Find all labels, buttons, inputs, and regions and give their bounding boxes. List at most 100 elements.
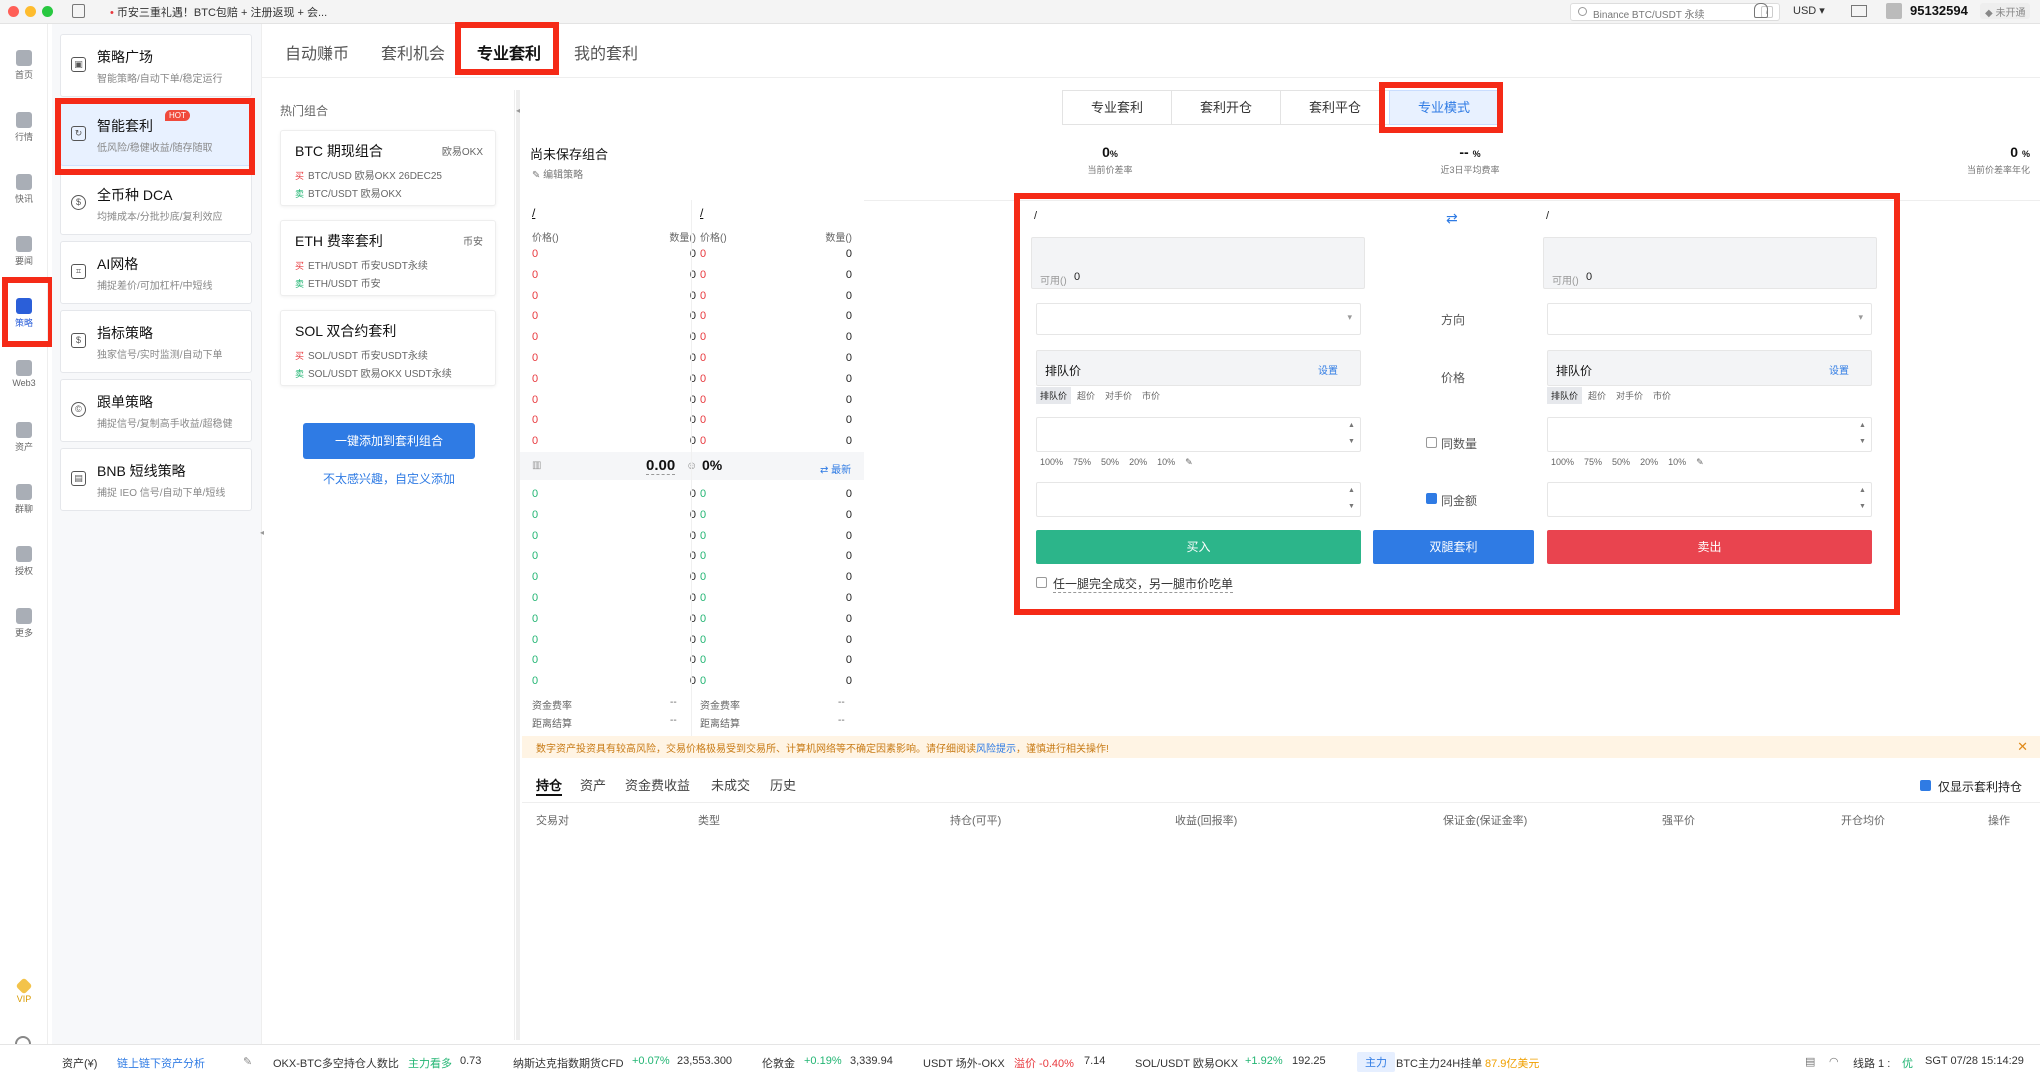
menu-card-copy-trade[interactable]: © 跟单策略 捕捉信号/复制高手收益/超稳健 bbox=[60, 379, 252, 442]
price-type-queue[interactable]: 排队价 bbox=[1547, 387, 1583, 404]
spin-up-icon[interactable]: ▲ bbox=[1859, 422, 1867, 429]
left-symbol-field[interactable]: 可用() 0 bbox=[1031, 237, 1365, 289]
pct-10[interactable]: 10% bbox=[1664, 455, 1690, 469]
mode-tab-open[interactable]: 套利开仓 bbox=[1171, 90, 1281, 125]
price-type-counter[interactable]: 对手价 bbox=[1612, 387, 1647, 404]
mode-tab-pro-arb[interactable]: 专业套利 bbox=[1062, 90, 1172, 125]
rail-auth[interactable]: 授权 bbox=[0, 546, 48, 577]
ticker-promo[interactable]: • 币安三重礼遇！BTC包赔 + 注册返现 + 会... bbox=[110, 4, 327, 20]
bell-icon[interactable] bbox=[1754, 3, 1768, 18]
collapse-arrow-icon[interactable]: ◂ bbox=[516, 106, 520, 115]
user-id[interactable]: 95132594 bbox=[1910, 3, 1968, 18]
book-latest-toggle[interactable]: ⇄ 最新 bbox=[820, 461, 851, 476]
mail-icon[interactable] bbox=[1851, 5, 1867, 17]
rail-vip[interactable]: VIP bbox=[0, 977, 48, 1004]
pct-100[interactable]: 100% bbox=[1036, 455, 1067, 469]
spin-down-icon[interactable]: ▼ bbox=[1348, 438, 1356, 445]
tab-arb-opportunity[interactable]: 套利机会 bbox=[381, 40, 445, 64]
maximize-window-icon[interactable] bbox=[42, 6, 53, 17]
edit-percent-icon[interactable]: ✎ bbox=[1692, 455, 1708, 470]
line-label[interactable]: 线路 1 : bbox=[1853, 1055, 1890, 1071]
same-qty-checkbox[interactable] bbox=[1426, 437, 1437, 448]
pct-20[interactable]: 20% bbox=[1636, 455, 1662, 469]
right-price-input[interactable]: 排队价 设置 bbox=[1547, 350, 1872, 386]
tab-funding-income[interactable]: 资金费收益 bbox=[625, 775, 690, 794]
menu-card-bnb[interactable]: ▤ BNB 短线策略 捕捉 IEO 信号/自动下单/短线 bbox=[60, 448, 252, 511]
book-left-title[interactable]: / bbox=[532, 206, 535, 220]
pct-75[interactable]: 75% bbox=[1069, 455, 1095, 469]
notepad-icon[interactable] bbox=[72, 4, 85, 18]
pct-50[interactable]: 50% bbox=[1097, 455, 1123, 469]
menu-card-smart-arb[interactable]: ↻ 智能套利 HOT 低风险/稳健收益/随存随取 bbox=[60, 103, 252, 166]
close-window-icon[interactable] bbox=[8, 6, 19, 17]
rail-assets[interactable]: 资产 bbox=[0, 422, 48, 453]
price-type-counter[interactable]: 对手价 bbox=[1101, 387, 1136, 404]
fill-market-checkbox[interactable] bbox=[1036, 577, 1047, 588]
spin-down-icon[interactable]: ▼ bbox=[1348, 503, 1356, 510]
currency-select[interactable]: USD ▾ bbox=[1793, 4, 1825, 17]
menu-card-ai-grid[interactable]: ⌗ AI网格 捕捉差价/可加杠杆/中短线 bbox=[60, 241, 252, 304]
spin-up-icon[interactable]: ▲ bbox=[1348, 422, 1356, 429]
rail-market[interactable]: 行情 bbox=[0, 112, 48, 143]
menu-card-dca[interactable]: $ 全币种 DCA 均摊成本/分批抄底/复利效应 bbox=[60, 172, 252, 235]
pct-10[interactable]: 10% bbox=[1153, 455, 1179, 469]
rail-home[interactable]: 首页 bbox=[0, 50, 48, 81]
tab-open-orders[interactable]: 未成交 bbox=[711, 775, 750, 794]
mode-tab-close[interactable]: 套利平仓 bbox=[1280, 90, 1390, 125]
mode-tab-pro-mode[interactable]: 专业模式 bbox=[1389, 90, 1499, 125]
right-direction-select[interactable]: ▾ bbox=[1547, 303, 1872, 335]
pct-20[interactable]: 20% bbox=[1125, 455, 1151, 469]
price-type-market[interactable]: 市价 bbox=[1138, 387, 1164, 404]
close-icon[interactable]: ✕ bbox=[2017, 739, 2028, 755]
search-input[interactable]: Binance BTC/USDT 永续 / bbox=[1570, 3, 1780, 21]
left-pair-label[interactable]: / bbox=[1034, 210, 1037, 222]
price-type-market[interactable]: 市价 bbox=[1649, 387, 1675, 404]
price-type-queue[interactable]: 排队价 bbox=[1036, 387, 1072, 404]
custom-add-link[interactable]: 不太感兴趣，自定义添加 bbox=[323, 470, 455, 487]
vip-status-badge[interactable]: ◆ 未开通 bbox=[1980, 3, 2031, 19]
minimize-window-icon[interactable] bbox=[25, 6, 36, 17]
left-price-settings[interactable]: 设置 bbox=[1318, 362, 1338, 377]
combo-card-btc[interactable]: BTC 期现组合 欧易OKX 买 BTC/USD 欧易OKX 26DEC25 卖B… bbox=[280, 130, 496, 206]
pencil-icon[interactable]: ✎ bbox=[243, 1055, 252, 1068]
same-amount-checkbox[interactable] bbox=[1426, 493, 1437, 504]
pct-50[interactable]: 50% bbox=[1608, 455, 1634, 469]
edit-percent-icon[interactable]: ✎ bbox=[1181, 455, 1197, 470]
tab-positions[interactable]: 持仓 bbox=[536, 775, 562, 794]
assets-label[interactable]: 资产(¥) bbox=[62, 1055, 97, 1071]
rail-more[interactable]: 更多 bbox=[0, 608, 48, 639]
rail-web3[interactable]: Web3 bbox=[0, 360, 48, 388]
avatar[interactable] bbox=[1886, 3, 1902, 19]
dual-leg-arb-button[interactable]: 双腿套利 bbox=[1373, 530, 1534, 564]
left-price-input[interactable]: 排队价 设置 bbox=[1036, 350, 1361, 386]
memo-icon[interactable]: ▤ bbox=[1805, 1055, 1815, 1068]
risk-warning-link[interactable]: 风险提示 bbox=[976, 744, 1016, 755]
book-right-title[interactable]: / bbox=[700, 206, 703, 220]
pct-75[interactable]: 75% bbox=[1580, 455, 1606, 469]
tab-assets[interactable]: 资产 bbox=[580, 775, 606, 794]
add-to-combo-button[interactable]: 一键添加到套利组合 bbox=[303, 423, 475, 459]
chain-analysis-link[interactable]: 链上链下资产分析 bbox=[117, 1055, 205, 1071]
tab-auto-earn[interactable]: 自动赚币 bbox=[285, 40, 349, 64]
spin-down-icon[interactable]: ▼ bbox=[1859, 438, 1867, 445]
price-type-over[interactable]: 超价 bbox=[1584, 387, 1610, 404]
rail-strategy[interactable]: 策略 bbox=[0, 298, 48, 329]
menu-card-indicator[interactable]: $ 指标策略 独家信号/实时监测/自动下单 bbox=[60, 310, 252, 373]
left-amount-input[interactable]: ▲ ▼ bbox=[1036, 482, 1361, 517]
sell-button[interactable]: 卖出 bbox=[1547, 530, 1872, 564]
right-amount-input[interactable]: ▲ ▼ bbox=[1547, 482, 1872, 517]
edit-strategy-link[interactable]: ✎ 编辑策略 bbox=[532, 166, 583, 181]
pct-100[interactable]: 100% bbox=[1547, 455, 1578, 469]
spin-up-icon[interactable]: ▲ bbox=[1859, 487, 1867, 494]
swap-legs-icon[interactable]: ⇄ bbox=[1446, 210, 1458, 227]
spin-down-icon[interactable]: ▼ bbox=[1859, 503, 1867, 510]
rail-news[interactable]: 要闻 bbox=[0, 236, 48, 267]
tab-history[interactable]: 历史 bbox=[770, 775, 796, 794]
rail-chat[interactable]: 群聊 bbox=[0, 484, 48, 515]
combo-card-eth[interactable]: ETH 费率套利 币安 买 ETH/USDT 币安USDT永续 卖 ETH/USDT… bbox=[280, 220, 496, 296]
right-price-settings[interactable]: 设置 bbox=[1829, 362, 1849, 377]
right-pair-label[interactable]: / bbox=[1546, 210, 1549, 222]
depth-icon[interactable]: ▥ bbox=[532, 460, 541, 471]
rail-flash[interactable]: 快讯 bbox=[0, 174, 48, 205]
collapse-menu-icon[interactable]: ◂ bbox=[260, 528, 264, 537]
